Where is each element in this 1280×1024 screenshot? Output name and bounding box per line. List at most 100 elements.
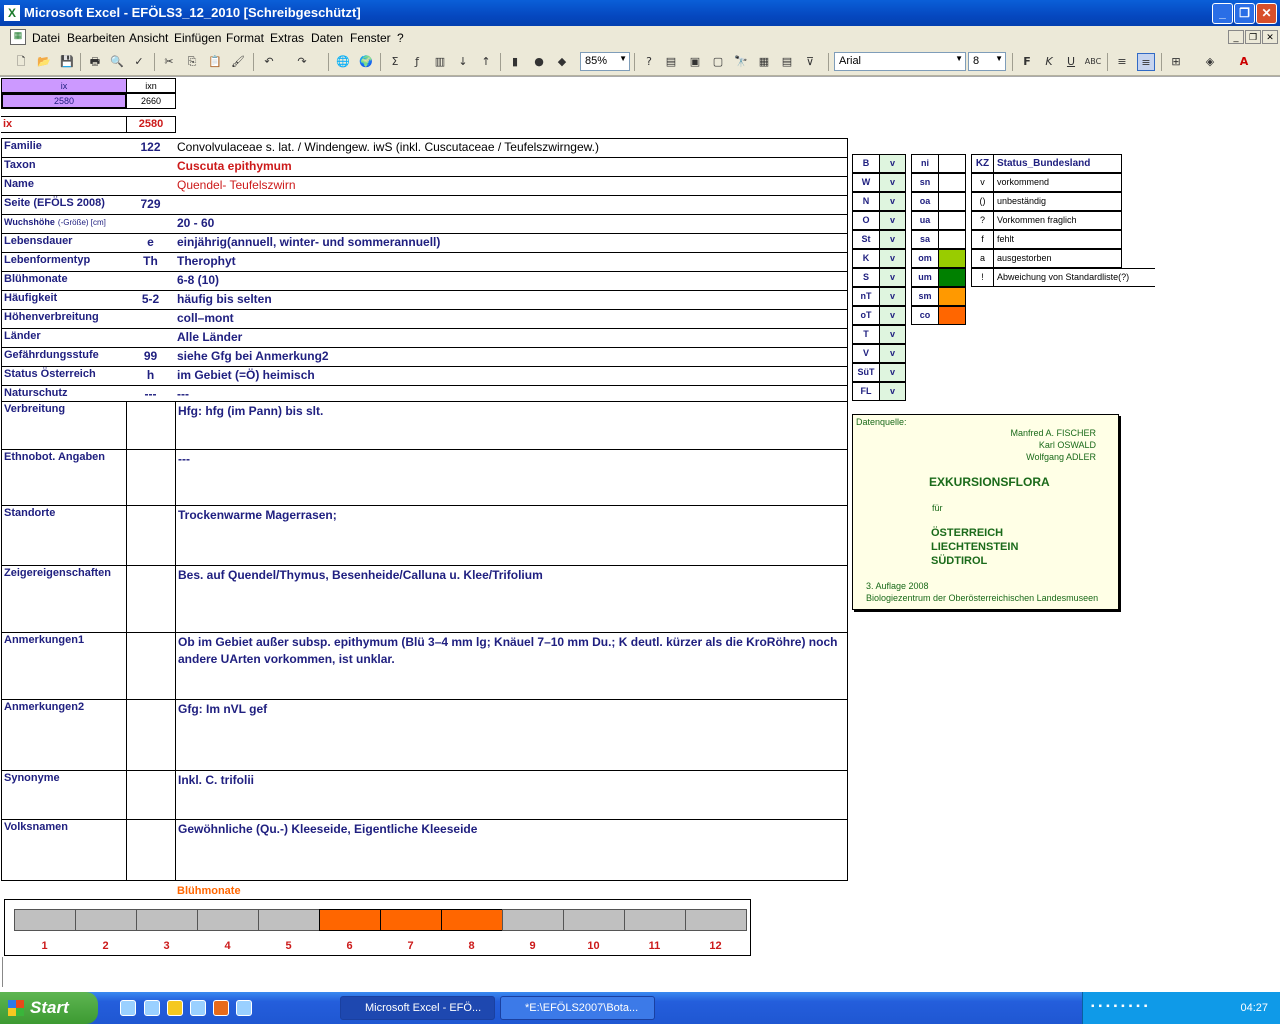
row-value[interactable]: [175, 195, 848, 215]
close-button[interactable]: ✕: [1256, 3, 1277, 24]
ix2-value[interactable]: 2580: [126, 116, 176, 133]
doc-restore-button[interactable]: ❐: [1245, 30, 1261, 44]
row-value[interactable]: Quendel- Teufelszwirn: [175, 176, 848, 196]
bundesland-value[interactable]: v: [879, 363, 906, 382]
align-center-icon[interactable]: ≡: [1137, 53, 1155, 71]
menu-daten[interactable]: Daten: [311, 31, 343, 45]
sheet-icon[interactable]: ▤: [778, 53, 796, 71]
form-icon[interactable]: ▤: [662, 53, 680, 71]
quicklaunch-desktop-icon[interactable]: [144, 1000, 160, 1016]
ix-value-cell[interactable]: 2580: [1, 93, 127, 109]
row-code[interactable]: 729: [126, 195, 176, 215]
task-explorer[interactable]: *E:\EFÖLS2007\Bota...: [500, 996, 655, 1020]
row-value[interactable]: häufig bis selten: [175, 290, 848, 310]
print-preview-icon[interactable]: 🔍: [108, 53, 126, 71]
workbook-icon[interactable]: ▦: [10, 29, 26, 45]
drawing-icon[interactable]: ◆: [553, 53, 571, 71]
row-value[interactable]: Convolvulaceae s. lat. / Windengew. iwS …: [175, 138, 848, 158]
row-code[interactable]: 5-2: [126, 290, 176, 310]
protect-icon[interactable]: ▣: [686, 53, 704, 71]
row-code[interactable]: 122: [126, 138, 176, 158]
minimize-button[interactable]: _: [1212, 3, 1233, 24]
zoom-select[interactable]: 85% ▼: [580, 52, 630, 71]
text-row-code[interactable]: [126, 401, 176, 450]
bundesland-value[interactable]: v: [879, 287, 906, 306]
text-row-code[interactable]: [126, 565, 176, 633]
row-code[interactable]: Th: [126, 252, 176, 272]
chart-wizard-icon[interactable]: ▥: [431, 53, 449, 71]
bundesland-value[interactable]: v: [879, 192, 906, 211]
restore-button[interactable]: ❐: [1234, 3, 1255, 24]
row-code[interactable]: [126, 214, 176, 234]
undo-icon[interactable]: ↶: [260, 53, 278, 71]
sort-desc-icon[interactable]: ↑: [477, 53, 495, 71]
row-value[interactable]: 6-8 (10): [175, 271, 848, 291]
row-code[interactable]: [126, 309, 176, 329]
filter-icon[interactable]: ⊽: [801, 53, 819, 71]
strikethrough-icon[interactable]: ABC: [1084, 53, 1102, 71]
worksheet[interactable]: ix ixn 2580 2660 ix 2580 Familie 122 Convo…: [0, 76, 1280, 992]
bundesland-value[interactable]: v: [879, 306, 906, 325]
bundesland-value[interactable]: v: [879, 344, 906, 363]
menu-ansicht[interactable]: Ansicht: [129, 31, 168, 45]
row-code[interactable]: h: [126, 366, 176, 386]
font-color-icon[interactable]: A: [1235, 53, 1253, 71]
text-row-value[interactable]: Inkl. C. trifolii: [175, 770, 848, 820]
text-row-code[interactable]: [126, 449, 176, 506]
bold-icon[interactable]: F: [1018, 53, 1036, 71]
bundesland-value[interactable]: v: [879, 154, 906, 173]
function-icon[interactable]: ƒ: [408, 53, 426, 71]
text-row-code[interactable]: [126, 699, 176, 771]
copy-icon[interactable]: ⎘: [183, 53, 201, 71]
bar-chart-icon[interactable]: ▮: [506, 53, 524, 71]
row-code[interactable]: e: [126, 233, 176, 253]
row-code[interactable]: [126, 157, 176, 177]
row-code[interactable]: [126, 176, 176, 196]
cut-icon[interactable]: ✂: [160, 53, 178, 71]
row-code[interactable]: [126, 328, 176, 348]
web-icon[interactable]: 🌍: [357, 53, 375, 71]
new-icon[interactable]: 🗋: [12, 53, 30, 71]
text-row-code[interactable]: [126, 632, 176, 700]
text-row-value[interactable]: ---: [175, 449, 848, 506]
start-button[interactable]: Start: [0, 992, 98, 1024]
menu-fenster[interactable]: Fenster: [350, 31, 391, 45]
save-icon[interactable]: 💾: [58, 53, 76, 71]
spelling-icon[interactable]: ✓: [130, 53, 148, 71]
sort-asc-icon[interactable]: ↓: [454, 53, 472, 71]
freeze-icon[interactable]: ▦: [755, 53, 773, 71]
text-row-code[interactable]: [126, 770, 176, 820]
bundesland-value[interactable]: v: [879, 268, 906, 287]
tray-icons[interactable]: ▪▪▪▪▪▪▪▪: [1091, 1001, 1151, 1012]
italic-icon[interactable]: K: [1040, 53, 1058, 71]
bundesland-value[interactable]: v: [879, 325, 906, 344]
row-value[interactable]: siehe Gfg bei Anmerkung2: [175, 347, 848, 367]
text-row-code[interactable]: [126, 819, 176, 881]
text-row-value[interactable]: Gewöhnliche (Qu.-) Kleeseide, Eigentlich…: [175, 819, 848, 881]
find-icon[interactable]: 🔭: [732, 53, 750, 71]
bundesland-value[interactable]: v: [879, 382, 906, 401]
row-value[interactable]: einjährig(annuell, winter- und sommerann…: [175, 233, 848, 253]
row-value[interactable]: 20 - 60: [175, 214, 848, 234]
menu-help[interactable]: ?: [397, 31, 404, 45]
map-icon[interactable]: ●: [530, 53, 548, 71]
task-excel[interactable]: Microsoft Excel - EFÖ...: [340, 996, 495, 1020]
open-icon[interactable]: 📂: [35, 53, 53, 71]
text-row-value[interactable]: Trockenwarme Magerrasen;: [175, 505, 848, 566]
text-row-code[interactable]: [126, 505, 176, 566]
row-code[interactable]: 99: [126, 347, 176, 367]
quicklaunch-browser-icon[interactable]: [190, 1000, 206, 1016]
row-value[interactable]: im Gebiet (=Ö) heimisch: [175, 366, 848, 386]
row-code[interactable]: [126, 271, 176, 291]
row-value[interactable]: Therophyt: [175, 252, 848, 272]
help-icon[interactable]: ?: [640, 53, 658, 71]
hyperlink-icon[interactable]: 🌐: [334, 53, 352, 71]
underline-icon[interactable]: U: [1062, 53, 1080, 71]
text-row-value[interactable]: Hfg: hfg (im Pann) bis slt.: [175, 401, 848, 450]
quicklaunch-app-icon[interactable]: [236, 1000, 252, 1016]
autosum-icon[interactable]: Σ: [386, 53, 404, 71]
bundesland-value[interactable]: v: [879, 249, 906, 268]
calc-icon[interactable]: ▢: [709, 53, 727, 71]
bundesland-value[interactable]: v: [879, 211, 906, 230]
doc-minimize-button[interactable]: _: [1228, 30, 1244, 44]
